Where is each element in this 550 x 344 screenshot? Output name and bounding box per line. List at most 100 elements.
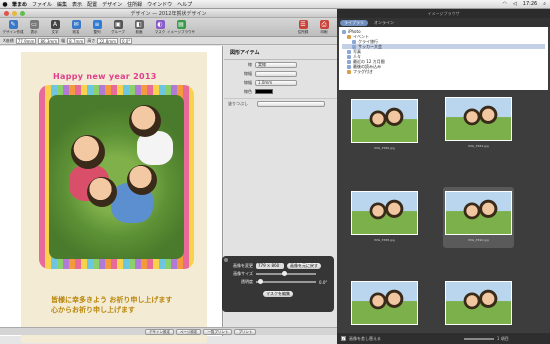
card-title[interactable]: Happy new year 2013 (53, 72, 157, 81)
replace-image-checkbox[interactable]: ✓ (341, 336, 346, 341)
align-icon: ≡ (92, 20, 102, 29)
toolbar: ✎ デザイン作成 ▭ 表示 A 文字 ✉ 宛名 ≡ 整列 ▣ グループ ◧ 前面 ◐ マスク ▤… (0, 18, 337, 37)
print-button[interactable]: プリント (234, 328, 257, 335)
source-list: iPhoto イベント クライ旅行 サッカー大会 写真 人々 最近の 12 カ月間 最後の読み… (339, 27, 548, 90)
photo-thumbnail[interactable]: IMG_3586.jpg (349, 99, 420, 150)
browser-tabs: ライブラリ オンライン (337, 18, 550, 27)
photo-thumbnail[interactable]: IMG_3584.jpg (443, 97, 514, 148)
menu-arrange[interactable]: 配置 (87, 1, 102, 8)
image-size-select[interactable]: 779 × 860 (256, 263, 284, 269)
addressbook-icon: ☰ (298, 20, 308, 29)
thumbnail-image (351, 191, 418, 235)
tool-front-button[interactable]: ◧ 前面 (129, 20, 149, 35)
text-icon: A (50, 20, 60, 29)
thumbnail-caption: IMG_3584.jpg (468, 144, 489, 148)
menu-window[interactable]: ウインドウ (147, 1, 177, 8)
line-type-row: 線幅 (224, 69, 337, 78)
apple-menu-icon[interactable]: ● (0, 1, 10, 8)
page-settings-button[interactable]: ページ設定 (176, 328, 202, 335)
angle-field[interactable]: 0.0° (120, 37, 133, 44)
photo-browser-icon: ▤ (176, 20, 186, 29)
menu-design[interactable]: デザイン (102, 1, 127, 8)
tab-library[interactable]: ライブラリ (340, 19, 368, 26)
card-message[interactable]: 皆様に幸多きよう お祈り申し上げます 心からお祈り申し上げます (51, 295, 172, 315)
menu-app[interactable]: 筆まめ (10, 1, 32, 8)
line-color-swatch[interactable] (255, 89, 273, 94)
height-field[interactable]: 22.8mm (97, 37, 119, 44)
photo-thumbnail[interactable] (349, 281, 420, 328)
tool-address-button[interactable]: ✉ 宛名 (66, 20, 86, 35)
bottom-bar: デザイン設定 ページ設定 一覧プリント プリント (0, 327, 337, 335)
tool-view-button[interactable]: ▭ 表示 (24, 20, 44, 35)
image-change-label: 画像を変更 (233, 263, 253, 268)
edit-mask-button[interactable]: マスクを編集 (263, 291, 293, 297)
card-message-line-1: 皆様に幸多きよう お祈り申し上げます (51, 296, 173, 304)
window-title: デザイン — 2012年賀状デザイン (130, 10, 207, 17)
width-field[interactable]: 8.7mm (67, 37, 86, 44)
tool-photo-browser-button[interactable]: ▤ イメージブラウザ (167, 20, 195, 35)
source-item[interactable]: フラグ付き (342, 69, 545, 74)
menu-view[interactable]: 表示 (72, 1, 87, 8)
photo-thumbnail[interactable]: IMG_3588.jpg (349, 191, 420, 242)
thumbnail-image (445, 191, 512, 235)
thumbnail-caption: IMG_3588.jpg (374, 238, 395, 242)
card-message-line-2: 心からお祈り申し上げます (51, 306, 135, 314)
image-reset-button[interactable]: 画像を元に戻す (287, 263, 321, 269)
opacity-knob[interactable] (258, 279, 263, 284)
tool-design-button[interactable]: ✎ デザイン作成 (3, 20, 24, 35)
menu-file[interactable]: ファイル (32, 1, 57, 8)
line-type-select[interactable] (255, 70, 297, 77)
folder-icon (347, 64, 351, 69)
wifi-icon[interactable]: ◠ (503, 1, 507, 7)
menu-addressbook[interactable]: 住所録 (127, 1, 147, 8)
folder-icon (352, 39, 356, 44)
line-color-row: 線色 (224, 87, 337, 96)
y-field[interactable]: 86.3mm (38, 37, 60, 44)
design-canvas[interactable]: Happy new year 2013 皆様に幸多きよう お祈り申し上げます 心… (0, 46, 223, 343)
item-count: 1 項目 (496, 335, 509, 341)
mask-icon: ◐ (155, 20, 165, 29)
menu-edit[interactable]: 編集 (57, 1, 72, 8)
photo-frame[interactable] (39, 85, 194, 269)
postcard[interactable]: Happy new year 2013 皆様に幸多きよう お祈り申し上げます 心… (21, 52, 207, 343)
thumbnail-grid: IMG_3586.jpg IMG_3584.jpg IMG_3588.jpg IMG_… (343, 95, 544, 327)
opacity-slider[interactable] (256, 279, 316, 284)
volume-icon[interactable]: ◁ (513, 1, 517, 7)
image-scale-slider[interactable] (256, 271, 316, 276)
folder-icon (347, 69, 351, 74)
folder-icon (347, 34, 351, 39)
tool-align-button[interactable]: ≡ 整列 (87, 20, 107, 35)
family-photo[interactable] (49, 95, 184, 259)
menubar: ● 筆まめ ファイル 編集 表示 配置 デザイン 住所録 ウインドウ ヘルプ ◠… (0, 0, 550, 9)
photo-thumbnail[interactable] (443, 281, 514, 328)
thumb-size-slider[interactable] (463, 337, 494, 340)
menu-help[interactable]: ヘルプ (177, 1, 197, 8)
front-icon: ◧ (134, 20, 144, 29)
fill-select[interactable] (257, 100, 325, 107)
fill-row: 塗りつぶし (224, 99, 337, 108)
design-settings-button[interactable]: デザイン設定 (145, 328, 174, 335)
tool-text-button[interactable]: A 文字 (45, 20, 65, 35)
opacity-value: 0.0° (319, 279, 328, 285)
x-field[interactable]: 77.9mm (15, 37, 37, 44)
tool-print-button[interactable]: ⎙ 印刷 (314, 20, 334, 35)
list-print-button[interactable]: 一覧プリント (203, 328, 233, 335)
tab-online[interactable]: オンライン (370, 20, 398, 26)
close-hud-icon[interactable] (224, 258, 228, 262)
clock[interactable]: 17:26 (523, 1, 537, 7)
thumbnail-image (445, 281, 512, 325)
thumbnail-image (351, 99, 418, 143)
tool-addressbook-button[interactable]: ☰ 住所録 (293, 20, 313, 35)
x-label: X座標 (3, 37, 14, 43)
address-icon: ✉ (71, 20, 81, 29)
photo-thumbnail[interactable]: IMG_3590.jpg (443, 187, 514, 248)
opacity-label: 透明度 (241, 279, 253, 284)
replace-image-label: 画像を差し替える (349, 335, 381, 341)
tool-group-button[interactable]: ▣ グループ (108, 20, 128, 35)
line-width-select[interactable]: 1.0mm (255, 79, 297, 86)
image-scale-label: 画像サイズ (233, 271, 253, 276)
inspector-heading: 図形アイテム (224, 46, 337, 60)
spotlight-icon[interactable]: ⌕ (543, 1, 546, 7)
line-style-select[interactable]: 実線 (255, 61, 297, 68)
image-scale-knob[interactable] (282, 271, 287, 276)
